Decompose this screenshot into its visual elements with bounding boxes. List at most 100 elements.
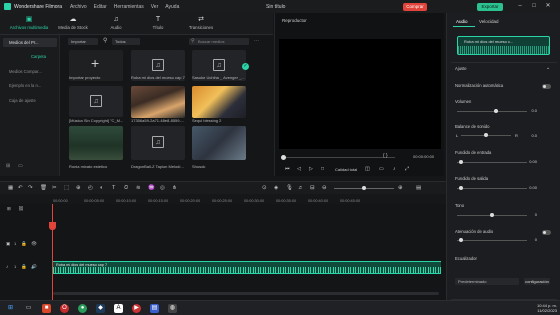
menu-ayuda[interactable]: Ayuda [165, 4, 179, 10]
prev-frame-icon[interactable]: ⏮ [285, 166, 290, 172]
system-clock[interactable]: 10:44 p. m. 11/02/2023 [530, 303, 557, 313]
voice-icon[interactable]: ♬ [298, 185, 304, 191]
timer-icon[interactable]: ⏲ [124, 185, 128, 192]
chevron-down-icon[interactable]: ⌄ [546, 65, 550, 71]
display-icon[interactable]: ▭ [379, 166, 384, 172]
media-tile-audio[interactable]: ♫ [69, 86, 123, 117]
menu-ver[interactable]: Ver [151, 4, 159, 10]
new-folder-icon[interactable]: ⊞ [6, 163, 10, 169]
eq-settings-button[interactable]: configuración [524, 278, 550, 285]
fade-out-value[interactable]: 0.00 [527, 185, 537, 190]
mark-brackets[interactable]: { } [383, 153, 388, 159]
quality-dropdown[interactable]: Calidad total [335, 167, 357, 172]
zoom-knob[interactable] [362, 186, 366, 190]
app-misc-icon[interactable]: ◍ [168, 304, 177, 313]
text-tool-icon[interactable]: T [112, 185, 115, 191]
marker-icon[interactable]: ◈ [274, 185, 278, 191]
media-tile-image[interactable] [192, 86, 246, 118]
media-tile-image[interactable] [131, 86, 185, 118]
menu-archivo[interactable]: Archivo [70, 4, 87, 10]
redo-icon[interactable]: ↷ [28, 185, 33, 191]
balance-slider[interactable] [461, 133, 511, 137]
zoom-slider[interactable] [334, 186, 394, 190]
minimize-icon[interactable]: – [515, 2, 525, 11]
ducking-value[interactable]: 0 [527, 237, 537, 242]
tab-audio-props[interactable]: Audio [456, 19, 468, 24]
add-track-icon[interactable]: ⊞ [7, 206, 11, 212]
app-explorer-icon[interactable]: ▤ [150, 304, 159, 313]
maximize-icon[interactable]: □ [529, 2, 539, 11]
menu-editar[interactable]: Editar [94, 4, 107, 10]
step-back-icon[interactable]: ◁ [297, 166, 301, 172]
tab-audio[interactable]: ♫ Audio [95, 15, 137, 34]
windows-start-icon[interactable]: ⊞ [6, 304, 15, 313]
slider-knob[interactable] [490, 213, 494, 217]
filter-dropdown[interactable]: Todos [112, 38, 140, 45]
sidebar-item-sample[interactable]: Ejemplo en la n... [3, 83, 41, 88]
task-view-icon[interactable]: ▭ [24, 304, 33, 313]
slider-knob[interactable] [493, 109, 498, 113]
pitch-slider[interactable] [457, 213, 527, 217]
snap-icon[interactable]: ⊟ [310, 185, 315, 191]
layout-icon[interactable]: ▤ [416, 185, 421, 191]
ducking-slider[interactable] [457, 238, 527, 242]
snapshot-icon[interactable]: ◫ [365, 166, 370, 172]
adjust-icon[interactable]: ≋ [136, 185, 141, 191]
export-button[interactable]: Exportar [477, 3, 503, 11]
slider-knob[interactable] [484, 133, 488, 137]
player-scrubber[interactable] [281, 155, 395, 160]
close-icon[interactable]: ✕ [543, 2, 553, 11]
pitch-value[interactable]: 0 [527, 212, 537, 217]
buy-button[interactable]: Comprar [403, 3, 427, 11]
ducking-toggle[interactable] [542, 230, 551, 235]
timeline-ruler[interactable]: 00:00:00 00:00:05:00 00:00:10:00 00:00:1… [0, 194, 446, 204]
sidebar-folder[interactable]: Carpeta [25, 54, 46, 59]
folder-icon[interactable]: ▭ [18, 163, 23, 169]
play-icon[interactable]: ▷ [309, 166, 313, 172]
stop-icon[interactable]: □ [321, 166, 324, 172]
sidebar-item-adjust[interactable]: Caja de ajuste [3, 98, 36, 103]
volume-slider[interactable] [457, 109, 527, 113]
fullscreen-icon[interactable]: ⤢ [405, 166, 409, 172]
link-icon[interactable]: ⛓ [18, 206, 24, 212]
split-icon[interactable]: ⋔ [172, 185, 177, 191]
scrubber-knob[interactable] [281, 155, 286, 160]
more-icon[interactable]: ⋯ [254, 38, 259, 44]
render-icon[interactable]: ⊙ [262, 185, 267, 191]
lock-icon[interactable]: 🔒 [21, 264, 27, 270]
tab-media-de-stock[interactable]: ☁ Media de Stock [52, 15, 94, 34]
cut-icon[interactable]: ✂ [52, 185, 57, 191]
search-input[interactable]: Buscar medios [189, 38, 249, 45]
tab-archivos-multimedia[interactable]: ▣ Archivos multimedia [8, 15, 50, 34]
grid-icon[interactable]: ▦ [8, 185, 13, 191]
slider-knob[interactable] [458, 160, 463, 164]
app-office-icon[interactable]: ■ [42, 304, 51, 313]
normalization-toggle[interactable] [542, 84, 551, 89]
crop-icon[interactable]: ⬚ [64, 185, 69, 191]
tab-transiciones[interactable]: ⇄ Transiciones [180, 15, 222, 34]
speaker-icon[interactable]: 🔊 [31, 264, 37, 270]
delete-icon[interactable]: 🗑 [40, 185, 47, 191]
eq-preset-dropdown[interactable]: Predeterminado [455, 278, 519, 285]
slider-knob[interactable] [458, 186, 463, 190]
app-chrome-icon[interactable]: ● [78, 304, 87, 313]
color-icon[interactable]: ◐ [100, 185, 103, 191]
media-tile-audio[interactable]: ♫ [131, 126, 185, 160]
app-notes-icon[interactable]: A [114, 304, 123, 313]
undo-icon[interactable]: ↶ [18, 185, 23, 191]
import-dropdown[interactable]: Importar [68, 38, 98, 45]
filter-icon[interactable]: ⚲ [103, 37, 107, 44]
menu-herramientas[interactable]: Herramientas [114, 4, 144, 10]
mask-icon[interactable]: ◎ [160, 185, 165, 191]
preview-canvas[interactable] [279, 39, 441, 149]
mic-icon[interactable]: 🎙 [286, 185, 293, 191]
volume-value[interactable]: 0.0 [527, 108, 537, 113]
media-tile-image[interactable] [69, 126, 123, 160]
sidebar-item-shared[interactable]: Medios Compar... [3, 69, 42, 74]
balance-value[interactable]: 0.0 [527, 133, 537, 138]
fade-in-slider[interactable] [457, 160, 527, 164]
lock-icon[interactable]: 🔒 [21, 241, 27, 247]
audio-wave-icon[interactable]: ♒ [148, 185, 155, 191]
zoom-icon[interactable]: ⊕ [76, 185, 81, 191]
media-tile-image[interactable] [192, 126, 246, 160]
